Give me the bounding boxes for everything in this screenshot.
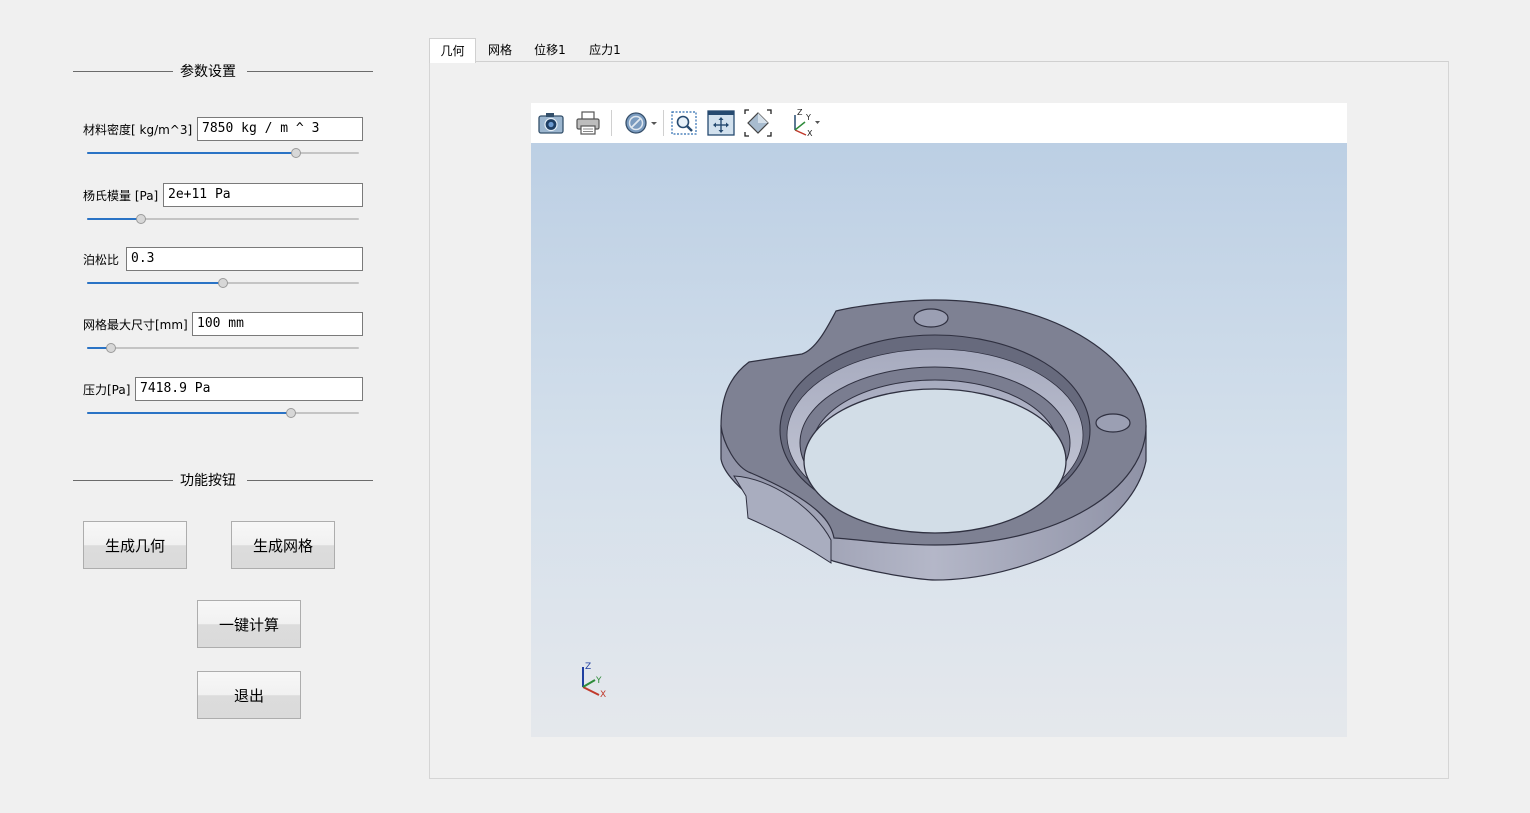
- param-label: 压力[Pa]: [83, 383, 131, 397]
- section-plane-icon[interactable]: [621, 108, 661, 138]
- youngs-modulus-input[interactable]: 2e+11 Pa: [163, 183, 363, 207]
- slider-fill: [87, 218, 142, 220]
- param-label: 泊松比: [83, 253, 120, 267]
- bolt-hole: [913, 308, 949, 328]
- 3d-viewport[interactable]: Z Y X: [531, 143, 1347, 737]
- axis-label-z: Z: [585, 662, 591, 672]
- pressure-input[interactable]: 7418.9 Pa: [135, 377, 363, 401]
- toolbar-separator: [611, 110, 612, 136]
- group-divider: [247, 71, 373, 72]
- slider-thumb[interactable]: [286, 408, 296, 418]
- param-label: 网格最大尺寸[mm]: [83, 318, 188, 332]
- model-render: [720, 299, 1147, 581]
- svg-text:Y: Y: [805, 113, 811, 122]
- density-slider[interactable]: [87, 148, 359, 158]
- slider-thumb[interactable]: [218, 278, 228, 288]
- poisson-ratio-slider[interactable]: [87, 278, 359, 288]
- fit-all-icon[interactable]: [706, 108, 736, 138]
- group-divider: [73, 71, 173, 72]
- slider-fill: [87, 412, 291, 414]
- param-label: 材料密度[ kg/m^3]: [83, 123, 193, 137]
- params-group-title: 参数设置: [180, 64, 236, 80]
- slider-fill: [87, 152, 297, 154]
- zoom-window-icon[interactable]: [669, 108, 699, 138]
- axis-label-x: X: [600, 690, 606, 699]
- param-label: 杨氏模量 [Pa]: [83, 189, 159, 203]
- generate-geometry-button[interactable]: 生成几何: [83, 521, 187, 569]
- print-icon[interactable]: [573, 108, 603, 138]
- slider-thumb[interactable]: [136, 214, 147, 224]
- group-divider: [73, 480, 173, 481]
- exit-button[interactable]: 退出: [197, 671, 301, 719]
- tab-displacement[interactable]: 位移1: [528, 38, 572, 62]
- buttons-group-title: 功能按钮: [180, 473, 236, 489]
- isometric-view-icon[interactable]: [743, 108, 773, 138]
- tab-stress[interactable]: 应力1: [583, 38, 627, 62]
- svg-text:X: X: [807, 129, 813, 138]
- axes-orientation-icon[interactable]: Z Y X: [787, 108, 827, 138]
- tab-mesh[interactable]: 网格: [478, 38, 522, 62]
- group-divider: [247, 480, 373, 481]
- slider-fill: [87, 282, 223, 284]
- axis-triad-icon: Z Y X: [582, 662, 606, 699]
- mesh-size-input[interactable]: 100 mm: [192, 312, 363, 336]
- ring-bore-hole: [803, 388, 1067, 534]
- axis-label-y: Y: [595, 676, 602, 686]
- density-input[interactable]: 7850 kg / m ^ 3: [197, 117, 363, 141]
- youngs-modulus-slider[interactable]: [87, 214, 359, 224]
- camera-icon[interactable]: [536, 108, 566, 138]
- slider-thumb[interactable]: [106, 343, 117, 353]
- bolt-hole: [1095, 413, 1131, 433]
- poisson-ratio-input[interactable]: 0.3: [126, 247, 363, 271]
- slider-thumb[interactable]: [291, 148, 302, 158]
- toolbar-separator: [663, 110, 664, 136]
- pressure-slider[interactable]: [87, 408, 359, 418]
- generate-mesh-button[interactable]: 生成网格: [231, 521, 335, 569]
- mesh-size-slider[interactable]: [87, 343, 359, 353]
- tab-geometry[interactable]: 几何: [429, 38, 476, 63]
- 3d-viewer: Z Y X Z Y X: [531, 103, 1347, 737]
- compute-all-button[interactable]: 一键计算: [197, 600, 301, 648]
- svg-text:Z: Z: [797, 108, 803, 117]
- viewer-toolbar: Z Y X: [531, 103, 1347, 143]
